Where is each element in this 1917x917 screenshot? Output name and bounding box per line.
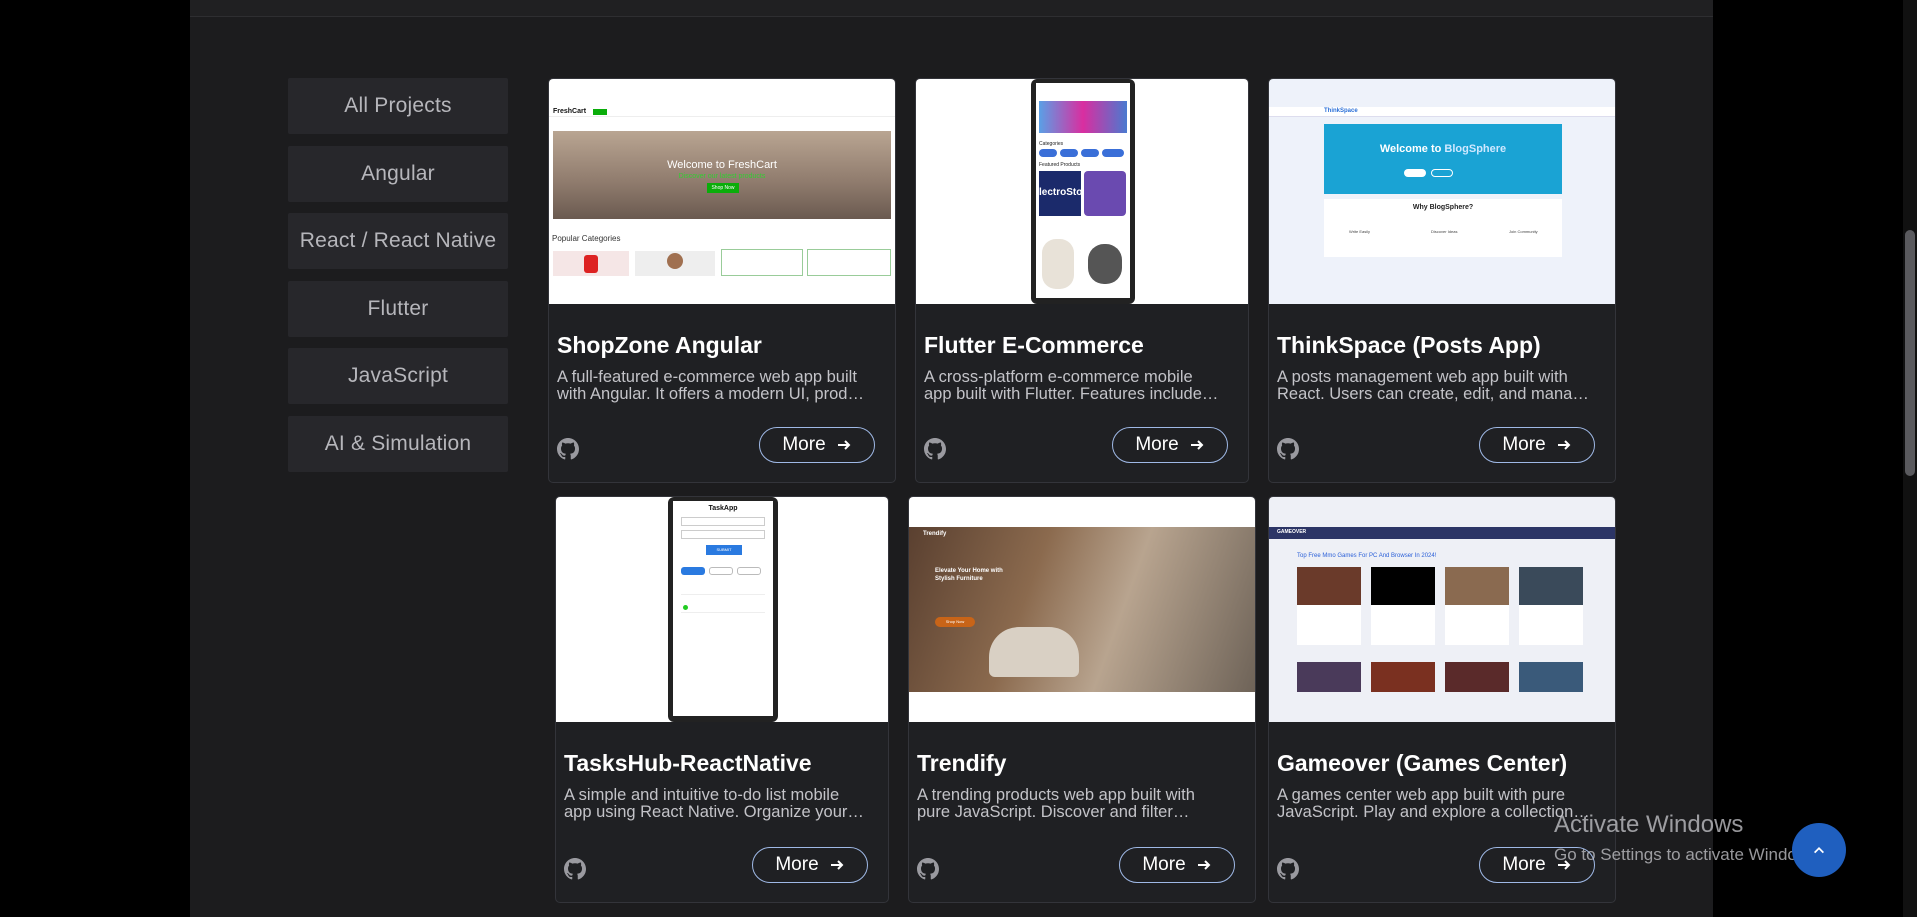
activate-windows-watermark: Activate Windows Go to Settings to activ… bbox=[1554, 811, 1822, 865]
project-screenshot: GAMEOVER Top Free Mmo Games For PC And B… bbox=[1269, 497, 1615, 722]
github-icon[interactable] bbox=[917, 858, 939, 880]
filter-all-projects[interactable]: All Projects bbox=[288, 78, 508, 134]
arrow-right-icon bbox=[830, 860, 844, 870]
more-button[interactable]: More bbox=[759, 427, 875, 463]
arrow-right-icon bbox=[1197, 860, 1211, 870]
thumb-headline: Elevate Your Home with Stylish Furniture bbox=[935, 568, 1003, 582]
project-card: FreshCart Welcome to FreshCart Discover … bbox=[548, 78, 896, 483]
more-label: More bbox=[1502, 854, 1546, 875]
thumb-cta: Shop Now bbox=[707, 183, 739, 193]
thumb-sub: Discover our latest products bbox=[678, 173, 766, 180]
project-title: TasksHub-ReactNative bbox=[564, 750, 812, 776]
thumb-hero-name: BlogSphere bbox=[1444, 143, 1507, 155]
filter-javascript[interactable]: JavaScript bbox=[288, 348, 508, 404]
more-label: More bbox=[775, 854, 819, 875]
project-title: ThinkSpace (Posts App) bbox=[1277, 332, 1541, 358]
github-icon[interactable] bbox=[1277, 438, 1299, 460]
category-filter: All Projects Angular React / React Nativ… bbox=[288, 78, 508, 483]
project-description: A simple and intuitive to-do list mobile… bbox=[564, 787, 848, 821]
project-title: Gameover (Games Center) bbox=[1277, 750, 1568, 776]
project-description: A games center web app built with pure J… bbox=[1277, 787, 1574, 821]
scrollbar-thumb[interactable] bbox=[1905, 230, 1915, 476]
thumb-brand: FreshCart bbox=[553, 108, 587, 115]
thumb-brand: Trendify bbox=[923, 531, 947, 537]
filter-ai-simulation[interactable]: AI & Simulation bbox=[288, 415, 508, 472]
arrow-right-icon bbox=[1190, 440, 1204, 450]
more-button[interactable]: More bbox=[1112, 427, 1228, 463]
github-icon[interactable] bbox=[564, 858, 586, 880]
project-screenshot: TaskApp SUBMIT bbox=[556, 497, 888, 722]
thumb-feature: Join Community bbox=[1509, 229, 1538, 234]
header-strip bbox=[190, 0, 1713, 17]
activate-title: Activate Windows bbox=[1554, 811, 1744, 838]
chevron-up-icon bbox=[1814, 847, 1824, 854]
thumb-cta: Shop Now bbox=[935, 617, 975, 627]
project-title: ShopZone Angular bbox=[557, 332, 762, 358]
more-label: More bbox=[1502, 434, 1546, 455]
thumb-brand: ThinkSpace bbox=[1324, 108, 1358, 114]
more-label: More bbox=[782, 434, 826, 455]
thumb-categories: Categories bbox=[1039, 141, 1064, 147]
arrow-right-icon bbox=[1557, 440, 1571, 450]
scroll-to-top-button[interactable] bbox=[1792, 823, 1846, 877]
thumb-title: TaskApp bbox=[708, 505, 738, 512]
thumb-feature: Discover Ideas bbox=[1431, 229, 1458, 234]
filter-angular[interactable]: Angular bbox=[288, 145, 508, 202]
github-icon[interactable] bbox=[924, 438, 946, 460]
project-title: Flutter E-Commerce bbox=[924, 332, 1144, 358]
project-screenshot: Trendify Elevate Your Home with Stylish … bbox=[909, 497, 1255, 722]
project-description: A posts management web app built with Re… bbox=[1277, 369, 1591, 403]
project-description: A trending products web app built with p… bbox=[917, 787, 1195, 821]
project-card: ThinkSpace Welcome to BlogSphere Why Blo… bbox=[1268, 78, 1616, 483]
github-icon[interactable] bbox=[557, 438, 579, 460]
project-card: Trendify Elevate Your Home with Stylish … bbox=[908, 496, 1256, 903]
project-card: Categories Featured Products lectroStore… bbox=[915, 78, 1249, 483]
more-button[interactable]: More bbox=[752, 847, 868, 883]
thumb-brand: GAMEOVER bbox=[1277, 529, 1307, 535]
project-description: A cross-platform e-commerce mobile app b… bbox=[924, 369, 1204, 403]
thumb-why: Why BlogSphere? bbox=[1412, 204, 1474, 211]
project-description: A full-featured e-commerce web app built… bbox=[557, 369, 870, 403]
more-label: More bbox=[1142, 854, 1186, 875]
more-button[interactable]: More bbox=[1119, 847, 1235, 883]
thumb-featured: Featured Products bbox=[1039, 162, 1081, 168]
arrow-right-icon bbox=[837, 440, 851, 450]
more-label: More bbox=[1135, 434, 1179, 455]
thumb-submit: SUBMIT bbox=[706, 545, 742, 555]
thumb-section: Popular Categories bbox=[552, 234, 621, 243]
project-card: TaskApp SUBMIT TasksHub-ReactNative A si… bbox=[555, 496, 889, 903]
project-screenshot: FreshCart Welcome to FreshCart Discover … bbox=[549, 79, 895, 304]
project-title: Trendify bbox=[917, 750, 1007, 776]
activate-subtitle: Go to Settings to activate Windows. bbox=[1554, 845, 1823, 864]
thumb-headline: Top Free Mmo Games For PC And Browser In… bbox=[1297, 553, 1437, 559]
filter-react[interactable]: React / React Native bbox=[288, 213, 508, 269]
thumb-hero: Welcome to FreshCart bbox=[667, 159, 777, 171]
more-button[interactable]: More bbox=[1479, 427, 1595, 463]
thumb-banner: lectroStore bbox=[1039, 171, 1081, 216]
thumb-hero-prefix: Welcome to bbox=[1379, 143, 1445, 155]
thumb-feature: Write Easily bbox=[1349, 229, 1371, 234]
filter-flutter[interactable]: Flutter bbox=[288, 280, 508, 337]
project-screenshot: Categories Featured Products lectroStore bbox=[916, 79, 1248, 304]
page-scrollbar[interactable] bbox=[1903, 0, 1917, 917]
github-icon[interactable] bbox=[1277, 858, 1299, 880]
project-screenshot: ThinkSpace Welcome to BlogSphere Why Blo… bbox=[1269, 79, 1615, 304]
